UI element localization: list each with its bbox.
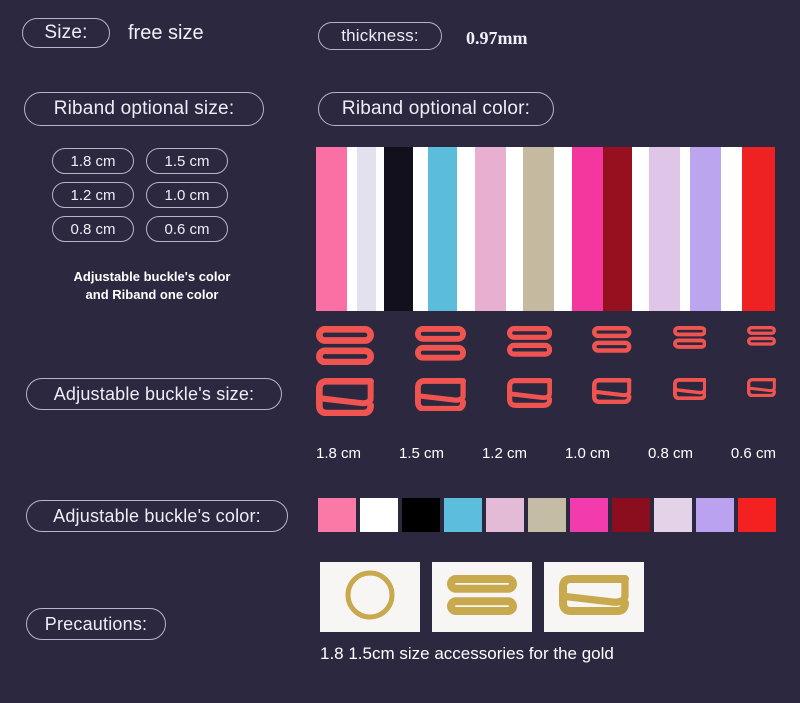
- buckle-size-samples: [316, 326, 776, 438]
- riband-color-band-white: [413, 147, 428, 311]
- riband-color-band-white: [506, 147, 523, 311]
- riband-size-section-badge: Riband optional size:: [24, 92, 264, 126]
- slider-8-icon: [316, 326, 374, 372]
- slider-8-icon: [592, 326, 632, 372]
- riband-color-note: Adjustable buckle's color and Riband one…: [52, 268, 252, 303]
- riband-size-option-row: 1.2 cm 1.0 cm: [52, 182, 242, 208]
- buckle-color-swatch-white[interactable]: [360, 498, 398, 532]
- slider-8-icon: [414, 326, 466, 372]
- slider-8-icon: [447, 574, 518, 620]
- buckle-sample-cell: [592, 326, 632, 409]
- hook-g-icon: [747, 377, 776, 402]
- riband-color-band-white: [553, 147, 573, 311]
- riband-size-option[interactable]: 0.8 cm: [52, 216, 134, 242]
- buckle-size-label: 1.0 cm: [564, 444, 610, 462]
- riband-color-band-white: [679, 147, 691, 311]
- buckle-sample-cell: [316, 326, 374, 421]
- buckle-color-swatch-pink[interactable]: [318, 498, 356, 532]
- thickness-label-badge: thickness:: [318, 22, 442, 50]
- precautions-section-badge: Precautions:: [26, 608, 166, 640]
- buckle-color-swatch-purple[interactable]: [696, 498, 734, 532]
- riband-color-band-lilac: [648, 147, 680, 311]
- note-line-1: Adjustable buckle's color: [73, 269, 231, 284]
- hook-g-icon: [414, 377, 466, 417]
- buckle-size-label: 0.8 cm: [647, 444, 693, 462]
- buckle-color-swatch-light-lilac[interactable]: [654, 498, 692, 532]
- riband-color-band-white: [456, 147, 476, 311]
- buckle-sample-cell: [506, 326, 552, 413]
- riband-color-band-black: [384, 147, 414, 311]
- buckle-color-swatch-tan[interactable]: [528, 498, 566, 532]
- hook-g-icon: [672, 377, 707, 405]
- riband-color-section-badge: Riband optional color:: [318, 92, 554, 126]
- buckle-sample-cell: [672, 326, 707, 405]
- buckle-size-label: 1.5 cm: [398, 444, 444, 462]
- buckle-size-labels: 1.8 cm 1.5 cm 1.2 cm 1.0 cm 0.8 cm 0.6 cm: [316, 443, 776, 463]
- size-label-badge: Size:: [22, 18, 110, 48]
- hook-g-icon: [506, 377, 552, 413]
- riband-color-band-light-purple: [690, 147, 722, 311]
- riband-size-option-row: 1.8 cm 1.5 cm: [52, 148, 242, 174]
- size-value: free size: [128, 22, 204, 44]
- buckle-sample-cell: [747, 326, 776, 402]
- riband-color-band-dark-red: [603, 147, 633, 311]
- gold-accessory-card: [320, 562, 420, 632]
- buckle-color-swatch-black[interactable]: [402, 498, 440, 532]
- riband-size-option-row: 0.8 cm 0.6 cm: [52, 216, 242, 242]
- buckle-color-section-badge: Adjustable buckle's color:: [26, 500, 288, 532]
- riband-color-band-lavender-white: [357, 147, 376, 311]
- slider-8-icon: [506, 326, 552, 372]
- riband-size-option[interactable]: 0.6 cm: [146, 216, 228, 242]
- gold-accessory-card: [432, 562, 532, 632]
- thickness-value: 0.97mm: [466, 28, 528, 48]
- riband-color-band-white: [375, 147, 385, 311]
- hook-g-icon: [316, 377, 374, 421]
- riband-color-band-white: [632, 147, 649, 311]
- buckle-color-swatch-pink-lilac[interactable]: [486, 498, 524, 532]
- note-line-2: and Riband one color: [85, 286, 219, 302]
- gold-accessory-photos: [320, 562, 644, 632]
- buckle-sample-cell: [414, 326, 466, 417]
- riband-size-options: 1.8 cm 1.5 cm 1.2 cm 1.0 cm 0.8 cm 0.6 cm: [52, 148, 242, 250]
- riband-color-band-tan: [522, 147, 554, 311]
- gold-accessory-card: [544, 562, 644, 632]
- slider-8-icon: [747, 326, 776, 372]
- buckle-color-swatch-sky-blue[interactable]: [444, 498, 482, 532]
- riband-color-band-magenta: [572, 147, 604, 311]
- slider-8-icon: [672, 326, 707, 372]
- buckle-size-label: 0.6 cm: [730, 444, 776, 462]
- riband-color-strip: [316, 147, 775, 311]
- riband-color-band-pink-lilac: [475, 147, 507, 311]
- riband-color-band-red: [741, 147, 775, 311]
- riband-size-option[interactable]: 1.5 cm: [146, 148, 228, 174]
- buckle-size-label: 1.2 cm: [481, 444, 527, 462]
- riband-color-band-white: [347, 147, 358, 311]
- buckle-color-swatch-magenta[interactable]: [570, 498, 608, 532]
- riband-size-option[interactable]: 1.8 cm: [52, 148, 134, 174]
- riband-size-option[interactable]: 1.0 cm: [146, 182, 228, 208]
- riband-color-band-pink: [316, 147, 347, 311]
- buckle-size-section-badge: Adjustable buckle's size:: [26, 378, 282, 410]
- riband-size-option[interactable]: 1.2 cm: [52, 182, 134, 208]
- buckle-color-swatches: [318, 498, 776, 532]
- o-ring-icon: [343, 568, 397, 627]
- riband-color-band-white: [721, 147, 742, 311]
- product-spec-image: Size: free size thickness: 0.97mm Riband…: [0, 0, 800, 703]
- buckle-size-label: 1.8 cm: [316, 444, 362, 462]
- riband-color-band-sky-blue: [427, 147, 457, 311]
- buckle-color-swatch-dark-red[interactable]: [612, 498, 650, 532]
- hook-g-icon: [592, 377, 632, 409]
- hook-g-icon: [559, 574, 629, 620]
- gold-accessory-caption: 1.8 1.5cm size accessories for the gold: [320, 644, 614, 663]
- buckle-color-swatch-red[interactable]: [738, 498, 776, 532]
